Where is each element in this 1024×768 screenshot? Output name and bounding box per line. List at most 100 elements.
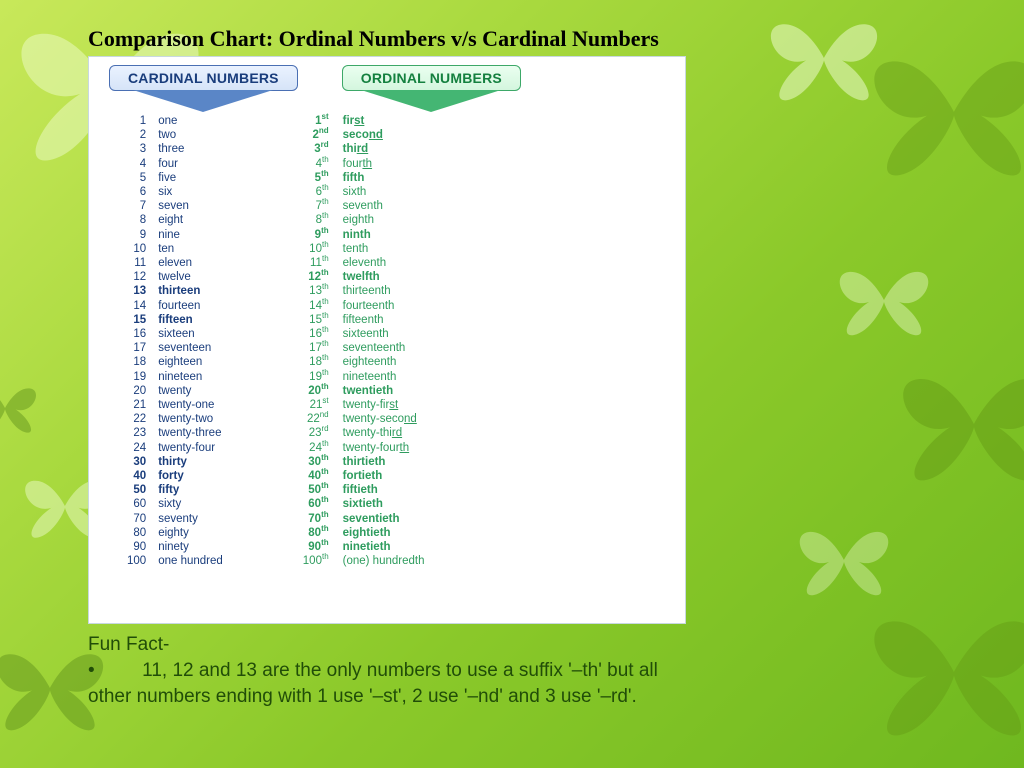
table-row: fifteenth: [343, 313, 425, 327]
table-row: 5: [127, 171, 146, 185]
table-row: sixteen: [158, 327, 223, 341]
table-row: 70: [127, 512, 146, 526]
table-row: 2: [127, 128, 146, 142]
table-row: fourteen: [158, 299, 223, 313]
table-row: 3: [127, 142, 146, 156]
table-row: (one) hundredth: [343, 554, 425, 568]
table-row: 16: [127, 327, 146, 341]
table-row: nineteen: [158, 370, 223, 384]
table-row: ninetieth: [343, 540, 425, 554]
fun-fact: Fun Fact- • 11, 12 and 13 are the only n…: [88, 632, 678, 710]
table-row: 100th: [303, 554, 329, 568]
table-row: one hundred: [158, 554, 223, 568]
table-row: second: [343, 128, 425, 142]
table-row: ninety: [158, 540, 223, 554]
butterfly-decoration-icon: [864, 40, 1024, 184]
table-row: 6: [127, 185, 146, 199]
table-row: twenty-four: [158, 441, 223, 455]
ordinal-word-column: firstsecondthirdfourthfifthsixthseventhe…: [343, 114, 425, 569]
table-row: eighty: [158, 526, 223, 540]
table-row: 30: [127, 455, 146, 469]
table-row: 80: [127, 526, 146, 540]
table-row: 1: [127, 114, 146, 128]
table-row: twenty-one: [158, 398, 223, 412]
table-row: 19: [127, 370, 146, 384]
arrow-down-icon: [133, 90, 273, 112]
table-row: seventeen: [158, 341, 223, 355]
table-row: ninth: [343, 228, 425, 242]
table-row: twenty-three: [158, 426, 223, 440]
table-row: eleven: [158, 256, 223, 270]
table-row: 24: [127, 441, 146, 455]
table-row: three: [158, 142, 223, 156]
cardinal-word-column: onetwothreefourfivesixseveneightninetene…: [158, 114, 223, 569]
table-row: thirtieth: [343, 455, 425, 469]
table-row: 12: [127, 270, 146, 284]
table-row: 90: [127, 540, 146, 554]
cardinal-header: CARDINAL NUMBERS: [109, 65, 298, 112]
table-row: twenty-fourth: [343, 441, 425, 455]
table-row: twentieth: [343, 384, 425, 398]
table-row: 7: [127, 199, 146, 213]
table-row: twenty-second: [343, 412, 425, 426]
table-row: tenth: [343, 242, 425, 256]
table-row: seventieth: [343, 512, 425, 526]
ordinal-number-column: 1st2nd3rd4th5th6th7th8th9th10th11th12th1…: [303, 114, 329, 569]
table-row: eightieth: [343, 526, 425, 540]
table-row: seventeenth: [343, 341, 425, 355]
table-row: twenty-two: [158, 412, 223, 426]
cardinal-header-label: CARDINAL NUMBERS: [109, 65, 298, 91]
table-row: six: [158, 185, 223, 199]
table-row: twenty: [158, 384, 223, 398]
table-row: fortieth: [343, 469, 425, 483]
butterfly-decoration-icon: [894, 360, 1024, 488]
table-row: four: [158, 157, 223, 171]
table-row: 8: [127, 213, 146, 227]
arrow-down-icon: [361, 90, 501, 112]
table-row: nine: [158, 228, 223, 242]
butterfly-decoration-icon: [834, 260, 934, 340]
table-row: sixty: [158, 497, 223, 511]
table-row: sixth: [343, 185, 425, 199]
table-row: twelfth: [343, 270, 425, 284]
table-row: twenty-third: [343, 426, 425, 440]
table-row: 100: [127, 554, 146, 568]
table-row: third: [343, 142, 425, 156]
table-row: fiftieth: [343, 483, 425, 497]
fun-fact-body: • 11, 12 and 13 are the only numbers to …: [88, 658, 678, 710]
table-row: thirty: [158, 455, 223, 469]
table-row: eighteen: [158, 355, 223, 369]
table-row: one: [158, 114, 223, 128]
table-row: ten: [158, 242, 223, 256]
table-row: 40: [127, 469, 146, 483]
page-title: Comparison Chart: Ordinal Numbers v/s Ca…: [88, 26, 659, 52]
table-row: 14: [127, 299, 146, 313]
table-row: 50: [127, 483, 146, 497]
table-row: nineteenth: [343, 370, 425, 384]
table-row: eighth: [343, 213, 425, 227]
comparison-chart: CARDINAL NUMBERS ORDINAL NUMBERS 1234567…: [88, 56, 686, 624]
table-row: 21: [127, 398, 146, 412]
table-row: fifth: [343, 171, 425, 185]
table-row: sixtieth: [343, 497, 425, 511]
fun-fact-heading: Fun Fact-: [88, 632, 678, 658]
table-row: seven: [158, 199, 223, 213]
table-row: 18: [127, 355, 146, 369]
table-row: 23: [127, 426, 146, 440]
table-row: first: [343, 114, 425, 128]
table-row: fourteenth: [343, 299, 425, 313]
ordinal-header-label: ORDINAL NUMBERS: [342, 65, 521, 91]
ordinal-header: ORDINAL NUMBERS: [342, 65, 521, 112]
table-row: five: [158, 171, 223, 185]
table-row: 17: [127, 341, 146, 355]
table-row: 60: [127, 497, 146, 511]
table-row: two: [158, 128, 223, 142]
table-row: 20: [127, 384, 146, 398]
butterfly-decoration-icon: [864, 600, 1024, 744]
table-row: thirteen: [158, 284, 223, 298]
table-row: 11: [127, 256, 146, 270]
table-row: forty: [158, 469, 223, 483]
table-row: eleventh: [343, 256, 425, 270]
table-row: fifty: [158, 483, 223, 497]
butterfly-decoration-icon: [764, 10, 884, 106]
